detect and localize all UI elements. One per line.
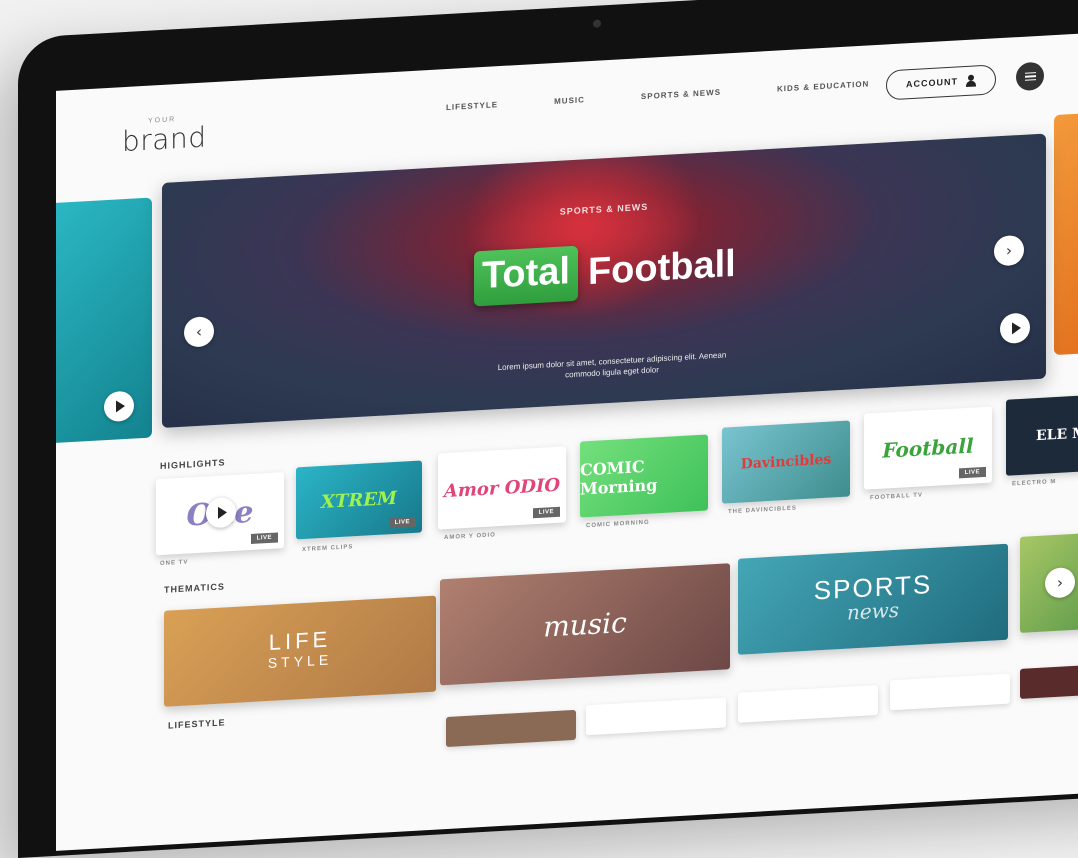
thumb-amor-y-odio[interactable]: Amor ODIO LIVE (438, 446, 566, 530)
play-icon[interactable] (1000, 312, 1030, 345)
thumb-logo: Davincibles (740, 451, 832, 473)
carousel-next-card[interactable] (1054, 110, 1078, 356)
theme-lifestyle[interactable]: LIFE STYLE (164, 595, 436, 707)
theme-music[interactable]: music (440, 563, 730, 686)
chevron-right-icon[interactable]: › (994, 234, 1024, 267)
thumb-comic-morning[interactable]: COMIC Morning (580, 434, 708, 518)
app-screen: YOUR brand LIFESTYLE MUSIC SPORTS & NEWS… (56, 26, 1078, 851)
carousel-prev-card[interactable] (56, 197, 152, 443)
hero-title-text: Football (587, 242, 736, 294)
thumb-caption: FOOTBALL TV (870, 492, 923, 502)
chevron-right-icon[interactable]: › (1045, 566, 1075, 599)
lifestyle-card[interactable] (738, 684, 878, 723)
hamburger-menu-icon[interactable] (1016, 61, 1044, 92)
nav-lifestyle[interactable]: LIFESTYLE (446, 100, 498, 112)
nav-kids-education[interactable]: KIDS & EDUCATION (777, 79, 869, 93)
account-label: ACCOUNT (906, 76, 958, 90)
laptop-frame: YOUR brand LIFESTYLE MUSIC SPORTS & NEWS… (18, 0, 1078, 858)
thumb-caption: COMIC MORNING (586, 519, 650, 530)
theme-label: music (543, 605, 627, 644)
thumb-caption: XTREM CLIPS (302, 544, 354, 554)
live-badge: LIVE (532, 506, 560, 519)
hero-description: Lorem ipsum dolor sit amet, consectetuer… (497, 350, 727, 380)
hero-banner[interactable]: SPORTS & NEWS Total Football Lorem ipsum… (162, 133, 1046, 428)
hero-title-badge: Total (474, 245, 578, 307)
thumb-logo: XTREM (321, 487, 397, 513)
user-icon (966, 74, 976, 87)
lifestyle-card[interactable] (890, 673, 1010, 711)
live-badge: LIVE (388, 516, 416, 529)
logo-text: brand (122, 120, 207, 159)
live-badge: LIVE (958, 466, 986, 479)
account-button[interactable]: ACCOUNT (886, 64, 996, 101)
lifestyle-card[interactable] (1020, 664, 1078, 699)
thumb-logo: ELE M (1036, 425, 1078, 445)
nav-music[interactable]: MUSIC (554, 95, 585, 106)
thumb-football-tv[interactable]: Football LIVE (864, 406, 992, 490)
lifestyle-card[interactable] (446, 709, 576, 748)
section-title-thematics: THEMATICS (164, 581, 225, 595)
thumb-electro[interactable]: ELE M (1006, 392, 1078, 476)
thumb-the-davincibles[interactable]: Davincibles (722, 420, 850, 504)
section-title-highlights: HIGHLIGHTS (160, 457, 226, 472)
thumb-caption: THE DAVINCIBLES (728, 505, 797, 516)
thumb-caption: ELECTRO M (1012, 478, 1057, 488)
main-nav: LIFESTYLE MUSIC SPORTS & NEWS KIDS & EDU… (446, 76, 925, 112)
thumb-one-tv[interactable]: One LIVE (156, 472, 284, 556)
nav-sports-news[interactable]: SPORTS & NEWS (641, 88, 721, 101)
theme-sports-news[interactable]: SPORTS news (738, 543, 1008, 655)
thumb-xtrem-clips[interactable]: XTREM LIVE (296, 460, 422, 540)
chevron-left-icon[interactable]: ‹ (184, 316, 214, 348)
theme-next-card[interactable]: › (1020, 532, 1078, 633)
section-title-lifestyle: LIFESTYLE (168, 717, 226, 731)
live-badge: LIVE (250, 532, 278, 544)
theme-label: SPORTS news (813, 568, 933, 625)
play-icon[interactable] (104, 390, 134, 423)
thumb-logo: COMIC Morning (580, 456, 658, 499)
theme-label: LIFE STYLE (267, 626, 333, 672)
camera (593, 19, 601, 28)
lifestyle-card[interactable] (586, 697, 726, 736)
thumb-caption: ONE TV (160, 559, 189, 568)
thumb-caption: AMOR Y ODIO (444, 532, 496, 542)
